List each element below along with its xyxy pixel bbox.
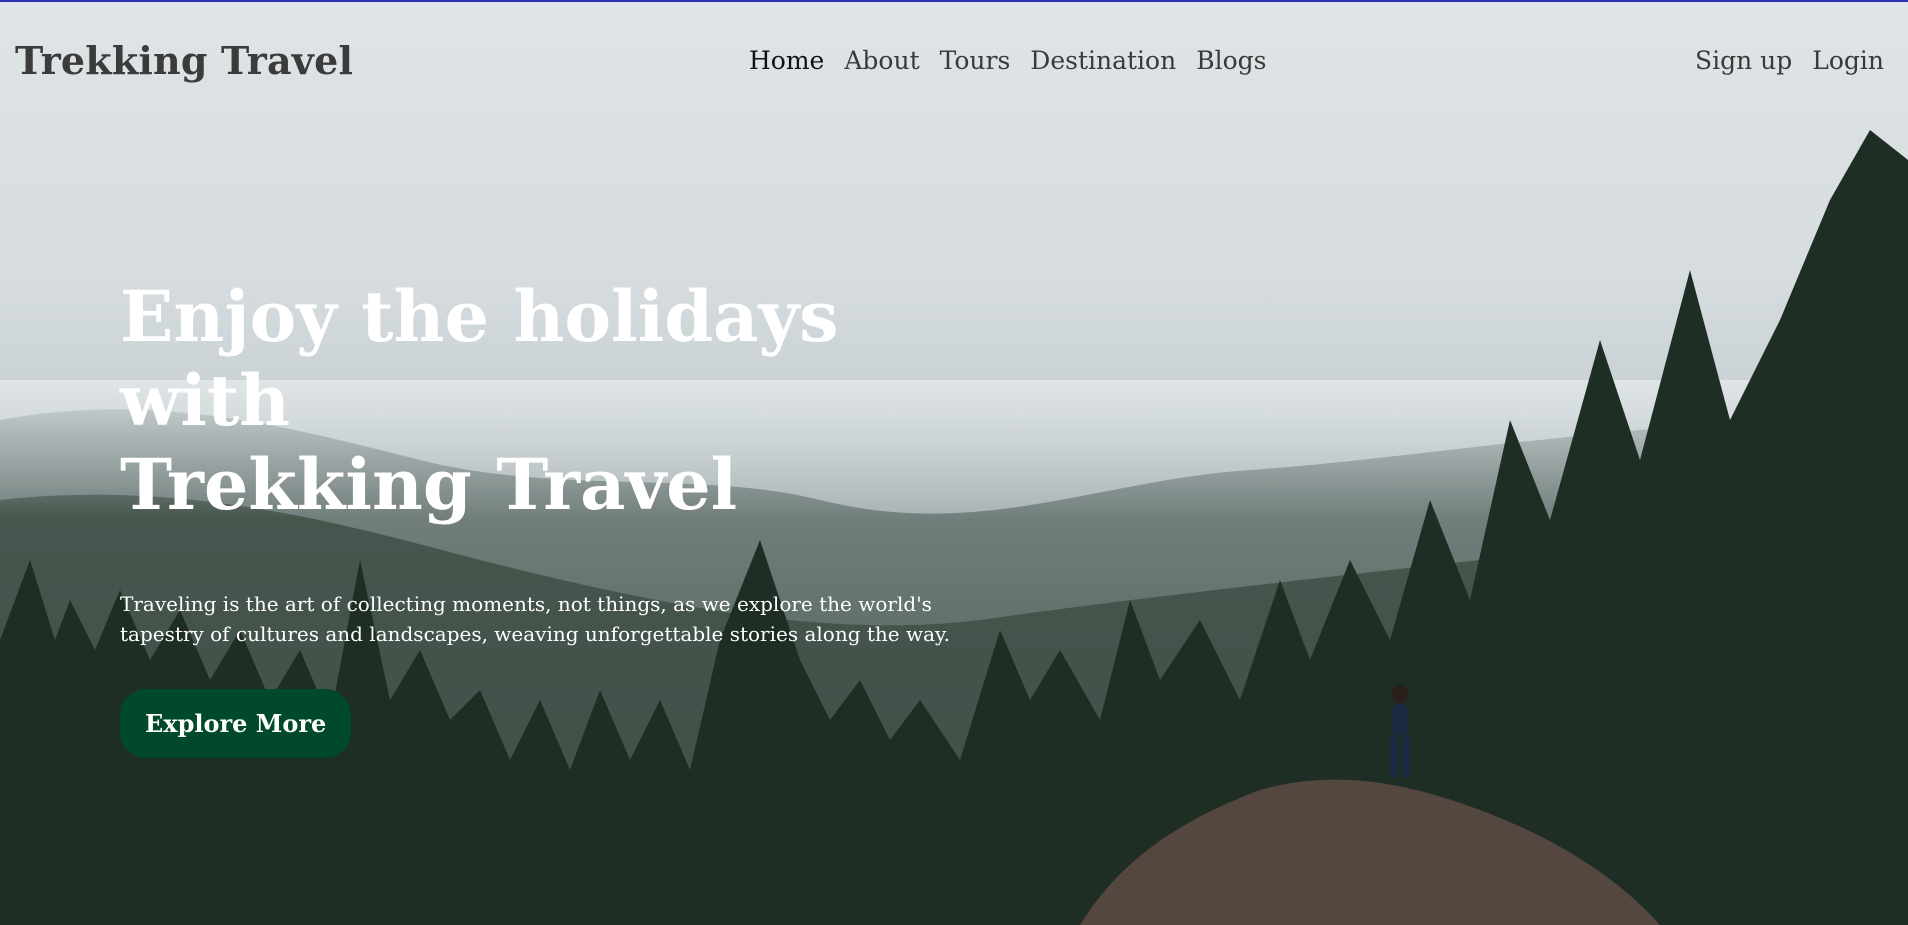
nav-home-link[interactable]: Home bbox=[749, 46, 824, 75]
login-link[interactable]: Login bbox=[1812, 46, 1884, 75]
hero-title: Enjoy the holidays with Trekking Travel bbox=[120, 275, 839, 526]
landing-page: Trekking Travel Home About Tours Destina… bbox=[0, 0, 1908, 925]
explore-more-button[interactable]: Explore More bbox=[120, 689, 352, 758]
nav-tours-link[interactable]: Tours bbox=[940, 46, 1011, 75]
hero-section: Enjoy the holidays with Trekking Travel … bbox=[120, 275, 1020, 758]
nav-about-link[interactable]: About bbox=[844, 46, 919, 75]
top-accent-bar bbox=[0, 0, 1908, 2]
main-nav: Home About Tours Destination Blogs bbox=[749, 46, 1286, 75]
auth-links: Sign up Login bbox=[1675, 46, 1884, 75]
nav-destination-link[interactable]: Destination bbox=[1030, 46, 1176, 75]
signup-link[interactable]: Sign up bbox=[1695, 46, 1792, 75]
brand-logo[interactable]: Trekking Travel bbox=[15, 38, 353, 83]
nav-blogs-link[interactable]: Blogs bbox=[1196, 46, 1266, 75]
hero-description: Traveling is the art of collecting momen… bbox=[120, 592, 951, 646]
site-header: Trekking Travel Home About Tours Destina… bbox=[0, 0, 1908, 120]
